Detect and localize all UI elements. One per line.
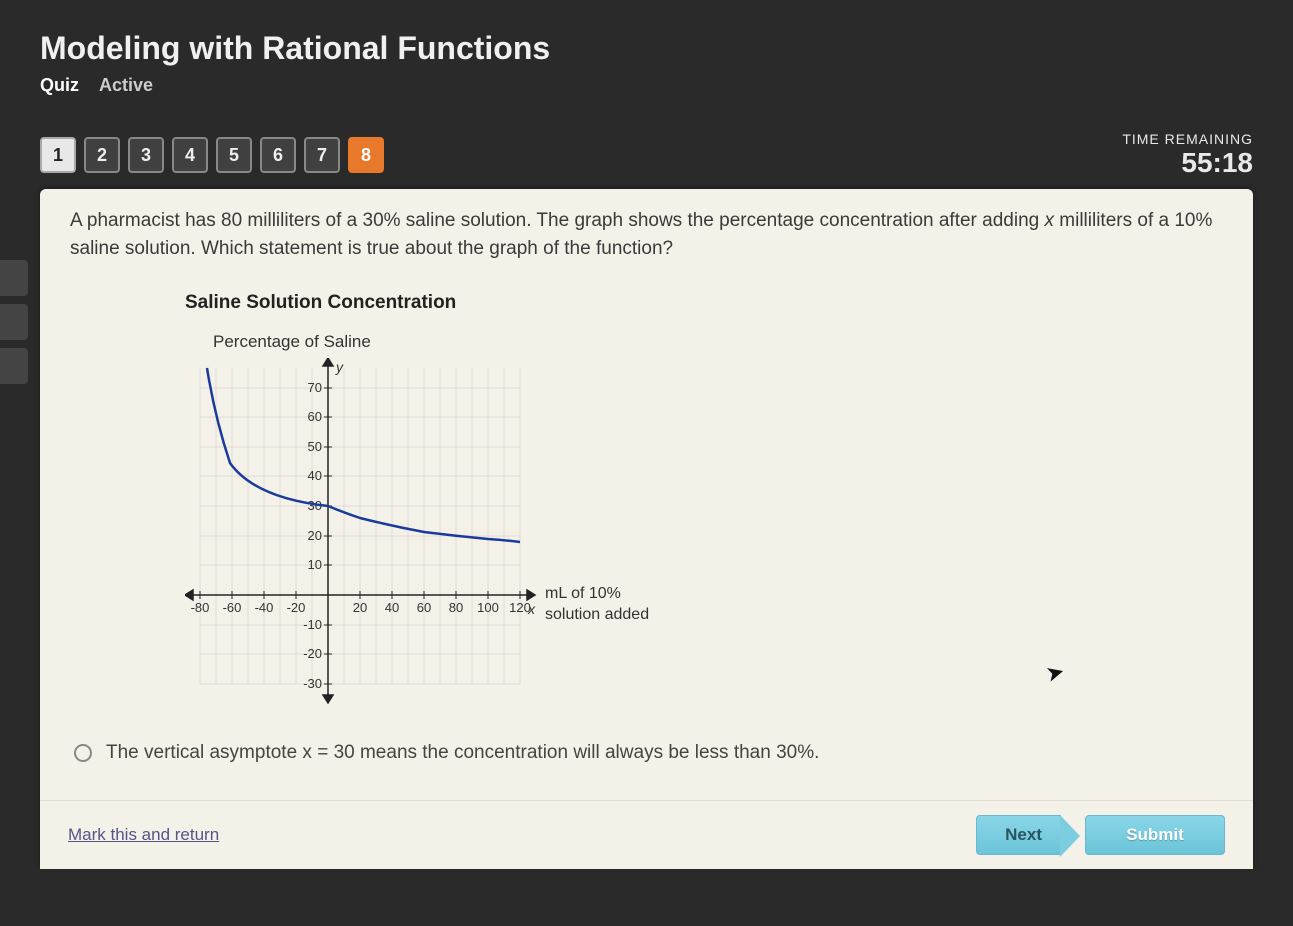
next-button[interactable]: Next	[976, 815, 1061, 855]
chart-title: Saline Solution Concentration	[185, 292, 1223, 314]
mark-return-link[interactable]: Mark this and return	[68, 825, 219, 845]
question-nav-1[interactable]: 1	[40, 137, 76, 173]
prompt-part1: A pharmacist has 80 milliliters of a 30%…	[70, 210, 1045, 231]
svg-text:40: 40	[308, 468, 322, 483]
timer-value: 55:18	[1122, 147, 1253, 179]
edge-tool-icon[interactable]	[0, 260, 28, 296]
svg-text:70: 70	[308, 380, 322, 395]
left-edge-toolbar	[0, 260, 28, 384]
answer-option[interactable]: The vertical asymptote x = 30 means the …	[74, 742, 1223, 764]
timer-label: TIME REMAINING	[1122, 131, 1253, 147]
header: Modeling with Rational Functions Quiz Ac…	[0, 0, 1293, 131]
question-nav-7[interactable]: 7	[304, 137, 340, 173]
bottom-bar: Mark this and return Next Submit	[40, 800, 1253, 869]
page-title: Modeling with Rational Functions	[40, 30, 1253, 67]
question-nav-8[interactable]: 8	[348, 137, 384, 173]
timer: TIME REMAINING 55:18	[1122, 131, 1253, 179]
question-nav-row: 1 2 3 4 5 6 7 8 TIME REMAINING 55:18	[0, 131, 1293, 189]
svg-text:-10: -10	[303, 617, 322, 632]
nav-buttons: Next Submit	[976, 815, 1225, 855]
edge-tool-icon[interactable]	[0, 304, 28, 340]
svg-text:-20: -20	[303, 646, 322, 661]
chart-ylabel: Percentage of Saline	[213, 332, 1223, 352]
submit-button[interactable]: Submit	[1085, 815, 1225, 855]
svg-text:60: 60	[308, 409, 322, 424]
radio-icon[interactable]	[74, 744, 92, 762]
question-prompt: A pharmacist has 80 milliliters of a 30%…	[70, 207, 1223, 262]
svg-text:100: 100	[477, 600, 499, 615]
svg-text:20: 20	[308, 528, 322, 543]
x-axis-var: x	[527, 601, 536, 617]
svg-text:-30: -30	[303, 676, 322, 691]
svg-text:50: 50	[308, 439, 322, 454]
question-number-list: 1 2 3 4 5 6 7 8	[40, 137, 384, 173]
chart-block: Saline Solution Concentration Percentage…	[185, 292, 1223, 718]
svg-text:-80: -80	[191, 600, 210, 615]
header-tabs: Quiz Active	[40, 75, 1253, 96]
question-nav-5[interactable]: 5	[216, 137, 252, 173]
tab-quiz[interactable]: Quiz	[40, 75, 79, 96]
question-nav-4[interactable]: 4	[172, 137, 208, 173]
edge-tool-icon[interactable]	[0, 348, 28, 384]
content-panel: A pharmacist has 80 milliliters of a 30%…	[40, 189, 1253, 869]
chart-xlabel: mL of 10% solution added	[545, 584, 649, 626]
answer-option-text: The vertical asymptote x = 30 means the …	[106, 742, 819, 764]
svg-text:20: 20	[353, 600, 367, 615]
tab-status: Active	[99, 75, 153, 96]
question-nav-3[interactable]: 3	[128, 137, 164, 173]
svg-text:40: 40	[385, 600, 399, 615]
prompt-variable: x	[1045, 210, 1055, 231]
svg-text:-40: -40	[255, 600, 274, 615]
svg-text:-60: -60	[223, 600, 242, 615]
svg-text:60: 60	[417, 600, 431, 615]
chart-area: -80-60 -40-20 2040 6080 100120 7060 5040…	[185, 358, 705, 718]
chart-svg: -80-60 -40-20 2040 6080 100120 7060 5040…	[185, 358, 545, 708]
svg-text:-20: -20	[287, 600, 306, 615]
y-axis-var: y	[335, 359, 344, 375]
question-nav-6[interactable]: 6	[260, 137, 296, 173]
svg-text:10: 10	[308, 557, 322, 572]
question-nav-2[interactable]: 2	[84, 137, 120, 173]
svg-text:80: 80	[449, 600, 463, 615]
